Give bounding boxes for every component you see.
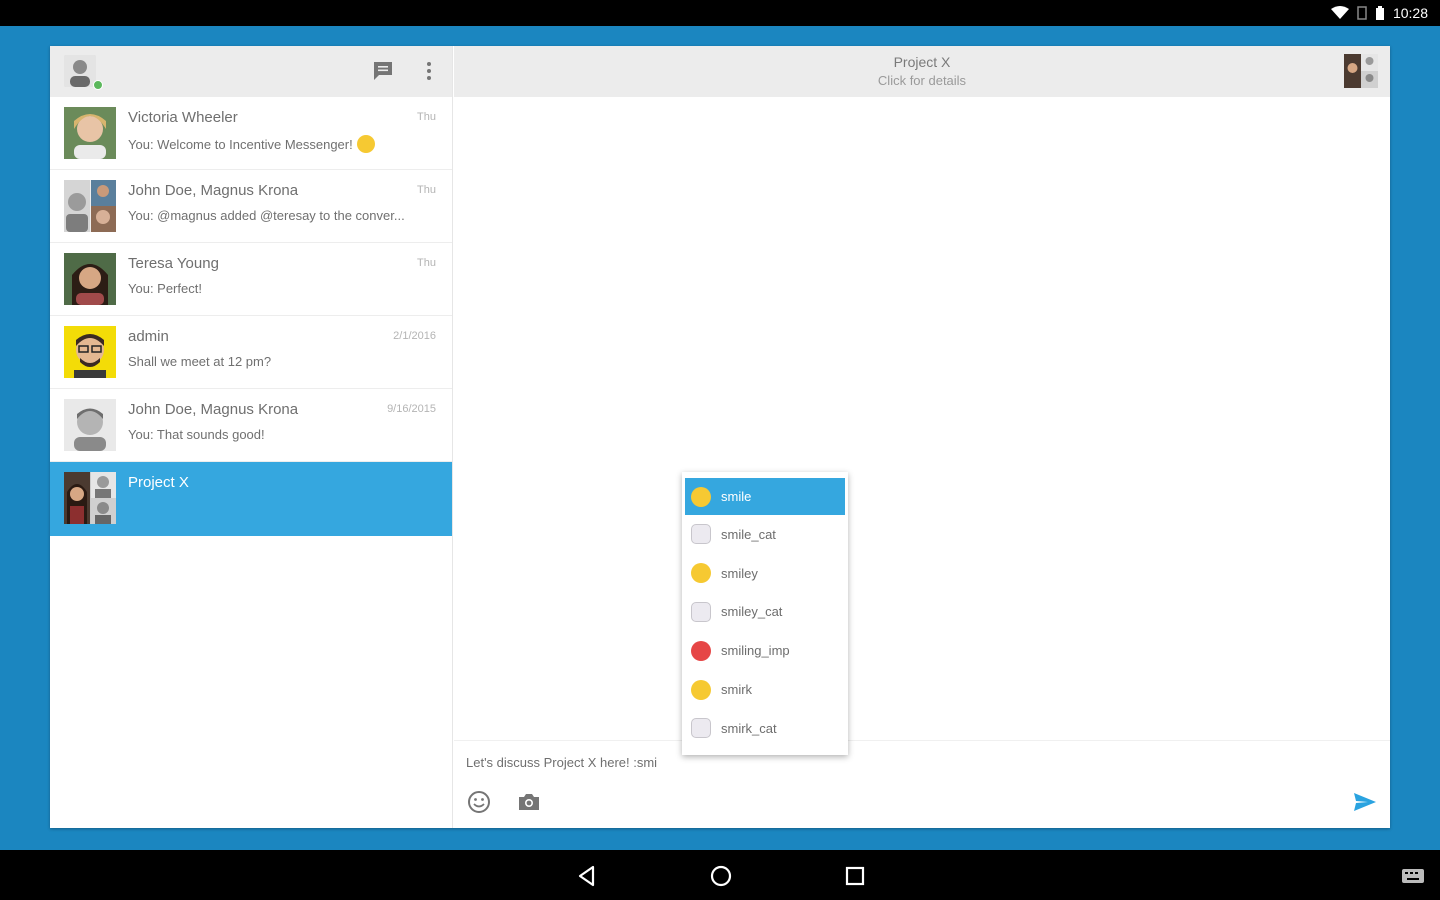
chat-details-link[interactable]: Click for details [454,73,1390,88]
conversation-name: Project X [128,474,189,491]
message-composer [454,740,1390,828]
conversation-name: John Doe, Magnus Krona [128,401,299,418]
recent-apps-icon[interactable] [842,863,868,889]
my-avatar[interactable] [64,55,96,87]
smile-emoji-icon [691,486,711,507]
suggestion-item[interactable]: smirk_cat [685,709,845,748]
conversation-name: Victoria Wheeler [128,109,238,126]
contact-avatar [64,399,116,451]
conversation-item[interactable]: Victoria Wheeler Thu You: Welcome to Inc… [50,97,452,170]
suggestion-item[interactable]: smiley [685,554,845,593]
contact-avatar [64,326,116,378]
chat-panel: Project X Click for details [454,46,1390,828]
suggestion-item[interactable]: smile_cat [685,515,845,554]
conversation-name: John Doe, Magnus Krona [128,182,299,199]
conversation-preview: Shall we meet at 12 pm? [128,354,272,369]
chat-group-avatar[interactable] [1344,54,1378,88]
conversation-name: Teresa Young [128,255,219,272]
keyboard-icon[interactable] [1400,863,1426,889]
conversation-date: Thu [417,111,436,123]
more-options-icon[interactable] [417,59,441,83]
emoji-picker-icon[interactable] [466,789,492,815]
conversation-item-selected[interactable]: Project X [50,462,452,536]
chat-header[interactable]: Project X Click for details [454,46,1390,97]
suggestion-item[interactable]: smile [685,478,845,515]
contact-avatar [64,180,116,232]
smiley-cat-emoji-icon [691,601,711,622]
conversation-item[interactable]: Teresa Young Thu You: Perfect! [50,243,452,316]
conversation-date: 2/1/2016 [393,330,436,342]
smirk-emoji-icon [691,679,711,700]
message-list [454,97,1390,740]
conversation-item[interactable]: admin 2/1/2016 Shall we meet at 12 pm? [50,316,452,389]
chat-title: Project X [893,54,951,70]
contact-avatar [64,107,116,159]
contact-avatar [64,253,116,305]
suggestion-item[interactable]: smiling_imp [685,631,845,670]
smile-emoji-icon [356,135,375,153]
sidebar-header [50,46,452,97]
conversation-date: Thu [417,257,436,269]
no-sim-icon [1357,6,1367,20]
conversation-preview: You: That sounds good! [128,427,265,442]
conversation-preview: You: @magnus added @teresay to the conve… [128,208,405,223]
home-icon[interactable] [708,863,734,889]
camera-icon[interactable] [516,789,542,815]
smiling-imp-emoji-icon [691,640,711,661]
conversation-item[interactable]: John Doe, Magnus Krona 9/16/2015 You: Th… [50,389,452,462]
status-bar: 10:28 [0,0,1440,26]
conversation-preview: You: Perfect! [128,281,202,296]
conversation-date: Thu [417,184,436,196]
battery-icon [1375,6,1384,20]
new-conversation-icon[interactable] [371,59,395,83]
emoji-suggestion-popup: smile smile_cat smiley smiley_cat smilin… [682,472,848,755]
navigation-bar [0,850,1440,900]
back-icon[interactable] [574,863,600,889]
suggestion-item[interactable]: smirk [685,670,845,709]
conversation-preview: You: Welcome to Incentive Messenger! [128,135,438,153]
message-input[interactable] [466,751,1266,773]
conversation-date: 9/16/2015 [387,403,436,415]
smiley-emoji-icon [691,563,711,584]
smile-cat-emoji-icon [691,524,711,545]
conversation-item[interactable]: John Doe, Magnus Krona Thu You: @magnus … [50,170,452,243]
send-icon[interactable] [1352,789,1378,815]
smirk-cat-emoji-icon [691,718,711,739]
status-time: 10:28 [1392,5,1428,21]
wifi-icon [1330,6,1349,19]
suggestion-item[interactable]: smiley_cat [685,593,845,632]
online-status-icon [93,80,103,90]
conversation-name: admin [128,328,169,345]
group-avatar [64,472,116,524]
conversation-sidebar: Victoria Wheeler Thu You: Welcome to Inc… [50,46,453,828]
